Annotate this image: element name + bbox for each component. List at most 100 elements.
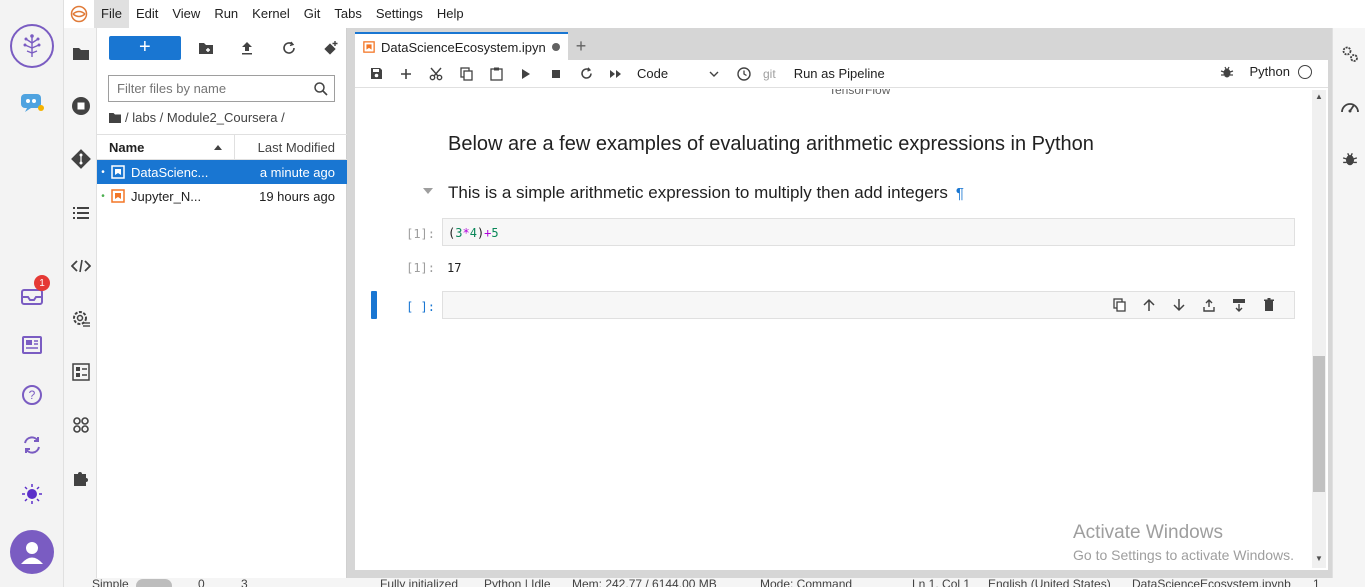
toc-icon[interactable] xyxy=(70,202,92,224)
tab-notebook[interactable]: DataScienceEcosystem.ipyn xyxy=(355,32,568,60)
newspaper-icon[interactable] xyxy=(17,330,47,360)
cell-type-select[interactable]: Code xyxy=(637,66,721,81)
sync-icon[interactable] xyxy=(17,430,47,460)
add-cell-icon[interactable] xyxy=(391,62,421,86)
watermark-subtitle: Go to Settings to activate Windows. xyxy=(1073,547,1294,563)
property-inspector-icon[interactable] xyxy=(70,361,92,383)
menu-edit[interactable]: Edit xyxy=(129,0,165,28)
upload-icon[interactable] xyxy=(232,36,262,60)
git-clone-icon[interactable] xyxy=(316,36,346,60)
copy-icon[interactable] xyxy=(451,62,481,86)
jupyter-logo-icon[interactable] xyxy=(10,24,54,68)
extensions-grid-icon[interactable] xyxy=(70,414,92,436)
notification-count[interactable]: 1 xyxy=(1313,578,1320,587)
gauge-icon[interactable] xyxy=(1339,96,1361,118)
spellcheck-language[interactable]: English (United States) xyxy=(988,578,1111,587)
file-row[interactable]: • Jupyter_N... 19 hours ago xyxy=(97,184,347,208)
cell-type-value: Code xyxy=(637,66,669,81)
menu-help[interactable]: Help xyxy=(430,0,471,28)
save-icon[interactable] xyxy=(361,62,391,86)
sort-up-icon xyxy=(214,144,222,150)
kernel-indicator: Python xyxy=(1220,64,1312,79)
inbox-icon[interactable]: 1 xyxy=(17,275,50,310)
markdown-heading: Below are a few examples of evaluating a… xyxy=(448,133,1094,155)
menu-git[interactable]: Git xyxy=(297,0,328,28)
debugger-bug-icon[interactable] xyxy=(1339,148,1361,170)
app-launcher-rail: 1 ? xyxy=(0,0,64,587)
kernel-count[interactable]: 3 xyxy=(241,578,248,587)
file-row[interactable]: • DataScienc... a minute ago xyxy=(97,160,347,184)
column-name-label: Name xyxy=(109,139,145,155)
run-icon[interactable] xyxy=(511,62,541,86)
file-modified: 19 hours ago xyxy=(259,188,335,204)
activation-watermark: Activate Windows Go to Settings to activ… xyxy=(1073,522,1294,563)
clock-icon[interactable] xyxy=(729,62,759,86)
insert-above-icon[interactable] xyxy=(1194,295,1224,315)
restart-icon[interactable] xyxy=(571,62,601,86)
git-icon[interactable] xyxy=(70,148,92,170)
refresh-icon[interactable] xyxy=(274,36,304,60)
breadcrumb-path[interactable]: / labs / Module2_Coursera / xyxy=(125,110,285,125)
menu-kernel[interactable]: Kernel xyxy=(245,0,297,28)
running-icon[interactable] xyxy=(70,95,92,117)
property-settings-icon[interactable] xyxy=(1339,43,1361,65)
menu-run[interactable]: Run xyxy=(207,0,245,28)
delete-cell-icon[interactable] xyxy=(1254,295,1284,315)
user-avatar-icon[interactable] xyxy=(10,530,54,574)
breadcrumb: / labs / Module2_Coursera / xyxy=(109,110,285,125)
fast-forward-icon[interactable] xyxy=(601,62,631,86)
kernel-idle-status[interactable]: Python | Idle xyxy=(484,578,551,587)
code-cell-editor[interactable]: (3*4)+5 xyxy=(442,218,1295,246)
notebook-scrollbar[interactable]: ▲ ▼ xyxy=(1312,90,1326,568)
kernel-name[interactable]: Python xyxy=(1250,64,1290,79)
menu-tabs[interactable]: Tabs xyxy=(327,0,368,28)
column-header-name[interactable]: Name xyxy=(97,135,235,159)
terminal-count[interactable]: 0 xyxy=(198,578,205,587)
run-as-pipeline-button[interactable]: Run as Pipeline xyxy=(794,66,885,81)
menu-bar: File Edit View Run Kernel Git Tabs Setti… xyxy=(64,0,1365,28)
code-icon[interactable] xyxy=(70,255,92,277)
puzzle-icon[interactable] xyxy=(70,467,92,489)
debug-bug-icon[interactable] xyxy=(1220,65,1234,79)
file-browser-panel: + / labs / Module2_Coursera / Name Last … xyxy=(97,28,347,578)
duplicate-cell-icon[interactable] xyxy=(1104,295,1134,315)
new-folder-icon[interactable] xyxy=(191,36,221,60)
notification-badge: 1 xyxy=(34,275,50,291)
add-tab-button[interactable]: + xyxy=(568,32,594,60)
svg-text:?: ? xyxy=(29,388,36,402)
help-icon[interactable]: ? xyxy=(17,380,47,410)
move-down-icon[interactable] xyxy=(1164,295,1194,315)
cursor-position[interactable]: Ln 1, Col 1 xyxy=(912,578,970,587)
file-filter-search xyxy=(108,75,335,102)
file-filter-input[interactable] xyxy=(109,81,308,96)
new-launcher-button[interactable]: + xyxy=(109,36,181,60)
folder-icon[interactable] xyxy=(109,112,121,123)
empty-code-cell[interactable] xyxy=(442,291,1295,319)
scroll-up-arrow[interactable]: ▲ xyxy=(1315,92,1323,101)
scroll-down-arrow[interactable]: ▼ xyxy=(1315,554,1323,563)
collapse-heading-icon[interactable] xyxy=(423,188,433,194)
move-up-icon[interactable] xyxy=(1134,295,1164,315)
git-diff-button[interactable]: git xyxy=(763,67,776,81)
insert-below-icon[interactable] xyxy=(1224,295,1254,315)
simple-mode-toggle[interactable] xyxy=(136,579,172,587)
document-tab-bar: DataScienceEcosystem.ipyn + xyxy=(355,32,594,60)
status-filename: DataScienceEcosystem.ipynb xyxy=(1132,578,1291,587)
settings-icon[interactable] xyxy=(70,308,92,330)
unsaved-dot-icon[interactable] xyxy=(551,43,560,51)
anchor-link[interactable]: ¶ xyxy=(956,185,964,202)
menu-file[interactable]: File xyxy=(94,0,129,28)
chatbot-icon[interactable] xyxy=(17,88,47,118)
menu-view[interactable]: View xyxy=(165,0,207,28)
scrollbar-thumb[interactable] xyxy=(1313,356,1325,492)
theme-icon[interactable] xyxy=(17,479,47,509)
notebook-icon xyxy=(111,189,125,203)
paste-icon[interactable] xyxy=(481,62,511,86)
status-bar: Simple 0 3 Fully initialized Python | Id… xyxy=(64,578,1365,587)
menu-settings[interactable]: Settings xyxy=(369,0,430,28)
column-header-modified[interactable]: Last Modified xyxy=(235,140,347,155)
folder-icon[interactable] xyxy=(70,42,92,64)
cut-icon[interactable] xyxy=(421,62,451,86)
stop-icon[interactable] xyxy=(541,62,571,86)
cell-output: 17 xyxy=(447,261,462,275)
